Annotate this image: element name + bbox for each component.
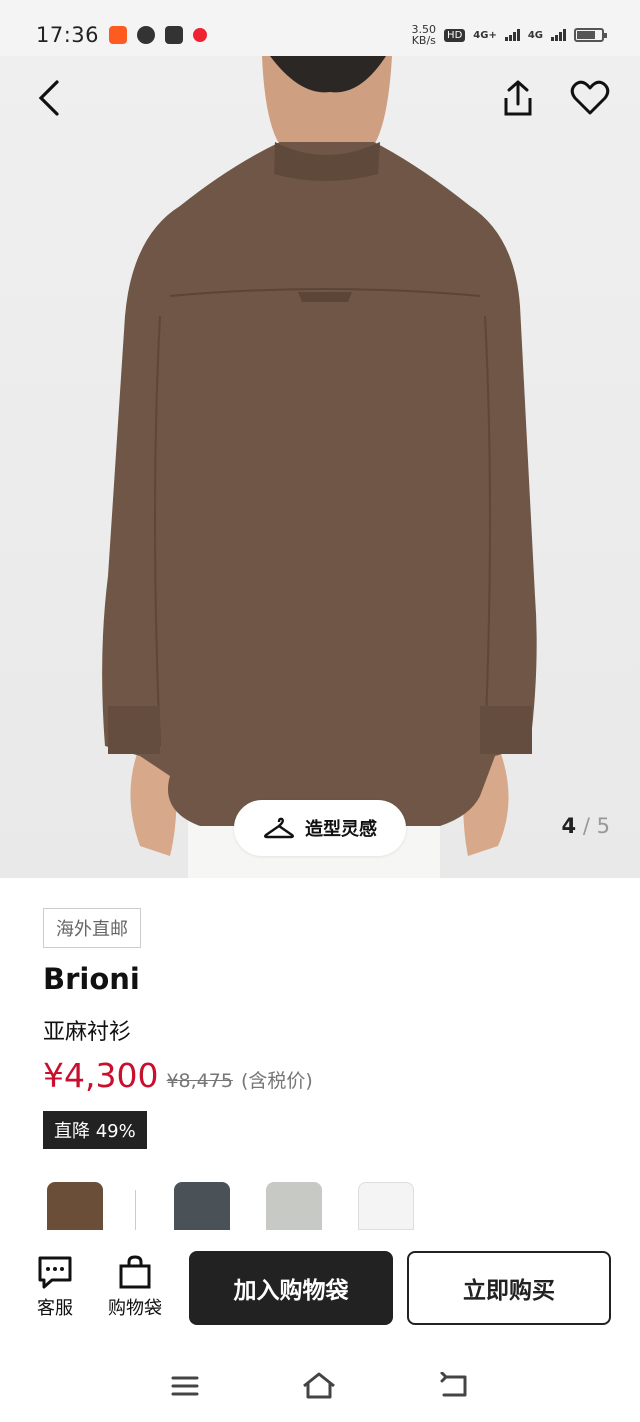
customer-service-label: 客服 bbox=[37, 1298, 73, 1319]
color-variant-list bbox=[43, 1176, 446, 1230]
gallery-page-indicator: 4 / 5 bbox=[562, 814, 610, 838]
styling-inspiration-button[interactable]: 造型灵感 bbox=[234, 800, 406, 856]
current-price: ¥4,300 bbox=[43, 1056, 159, 1095]
variant-shirt bbox=[174, 1182, 230, 1230]
system-navigation-bar bbox=[0, 1350, 640, 1422]
gallery-slash: / bbox=[582, 814, 597, 838]
customer-service-button[interactable]: 客服 bbox=[20, 1254, 90, 1320]
gallery-total: 5 bbox=[596, 814, 610, 838]
signal-icon bbox=[551, 29, 566, 41]
shopping-bag-icon bbox=[119, 1255, 151, 1289]
share-button[interactable] bbox=[494, 74, 542, 122]
signal-icon bbox=[504, 29, 520, 41]
message-icon bbox=[137, 26, 156, 44]
status-time: 17:36 bbox=[36, 23, 100, 47]
taobao-app-icon bbox=[109, 26, 128, 44]
chevron-left-icon bbox=[38, 80, 59, 116]
add-to-bag-button[interactable]: 加入购物袋 bbox=[189, 1251, 393, 1325]
battery-icon bbox=[574, 28, 607, 42]
battery-fill bbox=[577, 31, 595, 39]
notification-dot-icon bbox=[193, 28, 208, 42]
variant-thumb-1[interactable] bbox=[170, 1176, 234, 1230]
share-icon bbox=[504, 80, 532, 116]
menu-icon[interactable] bbox=[170, 1374, 200, 1398]
sim2-network: 4G bbox=[527, 29, 543, 41]
product-photo bbox=[102, 56, 537, 878]
price-row: ¥4,300 ¥8,475 (含税价) bbox=[43, 1056, 313, 1095]
variant-thumb-0[interactable] bbox=[43, 1176, 107, 1230]
variant-shirt bbox=[47, 1182, 103, 1230]
gallery-current: 4 bbox=[561, 814, 577, 838]
network-speed: 3.50 KB/s bbox=[412, 24, 437, 46]
product-image-gallery[interactable]: 造型灵感 4 / 5 bbox=[0, 56, 640, 878]
product-name: 亚麻衬衫 bbox=[43, 1020, 132, 1045]
discount-badge: 直降 49% bbox=[43, 1111, 147, 1149]
chat-bubble-icon bbox=[38, 1256, 72, 1289]
shopping-bag-button[interactable]: 购物袋 bbox=[100, 1254, 170, 1320]
shipping-tag: 海外直邮 bbox=[43, 908, 141, 948]
styling-label: 造型灵感 bbox=[305, 819, 377, 840]
buy-now-button[interactable]: 立即购买 bbox=[407, 1251, 611, 1325]
box-pleat bbox=[298, 292, 352, 302]
tax-note: (含税价) bbox=[240, 1070, 313, 1092]
left-cuff bbox=[108, 706, 160, 754]
back-nav-icon[interactable] bbox=[438, 1372, 470, 1400]
shirt bbox=[102, 142, 537, 826]
shopping-bag-label: 购物袋 bbox=[108, 1298, 162, 1319]
variant-thumb-3[interactable] bbox=[354, 1176, 418, 1230]
home-icon[interactable] bbox=[301, 1371, 337, 1401]
network-speed-unit: KB/s bbox=[411, 34, 436, 47]
product-brand[interactable]: Brioni bbox=[43, 962, 140, 996]
favorite-button[interactable] bbox=[566, 74, 614, 122]
variant-shirt bbox=[358, 1182, 414, 1230]
original-price: ¥8,475 bbox=[166, 1070, 233, 1092]
heart-icon bbox=[570, 80, 610, 115]
variant-shirt bbox=[266, 1182, 322, 1230]
variant-thumb-2[interactable] bbox=[262, 1176, 326, 1230]
mail-icon bbox=[165, 26, 184, 44]
product-detail-page: 17:36 3.50 KB/s HD 4G+ 4G 造型灵感 4 / 5 海外直… bbox=[0, 0, 640, 1422]
bottom-action-bar: 客服 购物袋 加入购物袋 立即购买 bbox=[0, 1230, 640, 1350]
variant-divider bbox=[135, 1190, 136, 1230]
right-cuff bbox=[480, 706, 532, 754]
back-button[interactable] bbox=[26, 74, 74, 122]
hd-voice-icon: HD bbox=[444, 28, 466, 42]
hanger-icon bbox=[264, 817, 294, 839]
sim1-network: 4G+ bbox=[473, 29, 497, 41]
